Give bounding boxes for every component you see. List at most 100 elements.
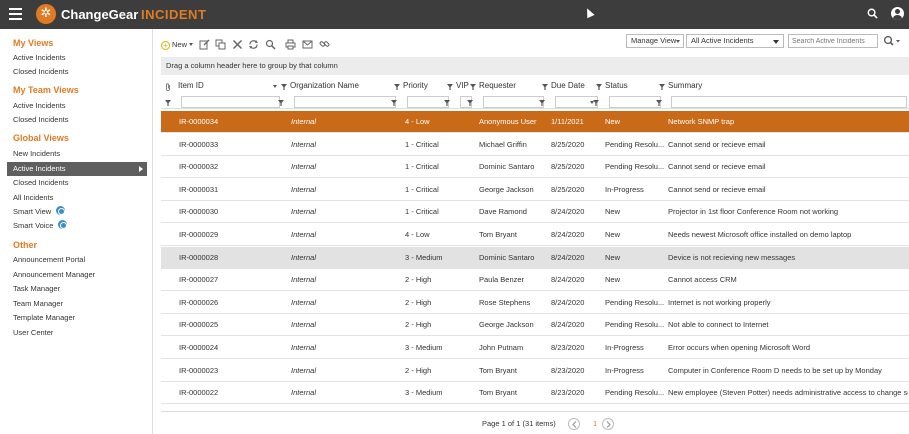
cell-requester: Tom Bryant (479, 388, 517, 398)
column-header-vip[interactable]: VIP (456, 78, 469, 94)
sidebar-item-user-center[interactable]: User Center (7, 326, 147, 340)
filter-row-icon[interactable] (656, 99, 662, 106)
filter-row-icon[interactable] (539, 99, 545, 106)
sidebar-item-global-closed-incidents[interactable]: Closed Incidents (7, 176, 147, 190)
table-row[interactable]: IR-0000025 Internal 2 - High George Jackson… (161, 314, 909, 337)
column-header-organization-name[interactable]: Organization Name (290, 78, 359, 94)
filter-input-organization-name[interactable] (294, 96, 396, 108)
hamburger-icon[interactable] (9, 8, 22, 20)
filter-input-requester[interactable] (483, 96, 544, 108)
column-filter-icon[interactable] (470, 83, 476, 90)
print-icon[interactable] (285, 39, 296, 50)
sidebar-item-smart-view[interactable]: Smart View (7, 205, 147, 219)
sidebar-item-template-manager[interactable]: Template Manager (7, 311, 147, 325)
filter-row-icon[interactable] (444, 99, 450, 106)
page-number-current[interactable]: 1 (593, 412, 597, 434)
manage-view-dropdown[interactable]: Manage View (626, 34, 684, 48)
cell-requester: Paula Benzer (479, 275, 525, 285)
sidebar-item-global-active-incidents[interactable]: Active Incidents (7, 162, 147, 176)
cell-item-id: IR-0000024 (179, 343, 219, 352)
search-icon[interactable] (867, 8, 878, 19)
filter-row-icon[interactable] (593, 99, 599, 106)
find-icon[interactable] (265, 39, 276, 50)
column-filter-icon[interactable] (394, 83, 400, 90)
cell-requester: Tom Bryant (479, 230, 517, 239)
filter-row-icon[interactable] (467, 99, 473, 106)
column-header-status[interactable]: Status (605, 78, 628, 94)
filter-input-summary[interactable] (671, 96, 907, 108)
search-input[interactable] (788, 34, 878, 48)
plus-icon: + (161, 41, 170, 50)
filter-input-priority[interactable] (407, 96, 449, 108)
column-filter-icon[interactable] (659, 83, 665, 90)
module-title: INCIDENT (141, 7, 207, 22)
cell-requester: Dominic Santaro (479, 252, 535, 262)
table-row[interactable]: IR-0000031 Internal 1 - Critical George Jac… (161, 179, 909, 201)
table-row[interactable]: IR-0000029 Internal 4 - Low Tom Bryant 8/24/… (161, 224, 909, 246)
cell-status: Pending Resolu... (605, 320, 665, 330)
table-row[interactable]: IR-0000028 Internal 3 - Medium Dominic Sant… (161, 246, 909, 269)
delete-icon[interactable] (232, 39, 243, 50)
column-filter-icon[interactable] (447, 83, 453, 90)
column-header-requester[interactable]: Requester (479, 78, 516, 94)
cell-due-date: 8/24/2020 (551, 297, 585, 307)
filter-input-item-id[interactable] (181, 96, 280, 108)
edit-icon[interactable] (199, 39, 210, 50)
column-filter-icon[interactable] (542, 83, 548, 90)
table-row[interactable]: IR-0000033 Internal 1 - Critical Michael Gr… (161, 134, 909, 156)
cell-summary: Network SNMP trap (668, 117, 735, 126)
sidebar-item-team-active-incidents[interactable]: Active Incidents (7, 99, 147, 113)
sidebar-item-task-manager[interactable]: Task Manager (7, 282, 147, 296)
cell-status: New (605, 230, 621, 239)
column-filter-icon[interactable] (281, 83, 287, 90)
column-header-summary[interactable]: Summary (668, 78, 702, 94)
search-options-button[interactable] (882, 34, 902, 48)
sidebar-item-announcement-portal[interactable]: Announcement Portal (7, 253, 147, 267)
sidebar-item-my-active-incidents[interactable]: Active Incidents (7, 51, 147, 65)
cell-summary: Cannot send or recieve email (668, 139, 766, 149)
filter-input-status[interactable] (609, 96, 661, 108)
column-header-due-date[interactable]: Due Date (551, 78, 585, 94)
cell-priority: 3 - Medium (405, 388, 443, 398)
section-other: Other (13, 240, 38, 250)
email-icon[interactable] (302, 39, 313, 50)
cell-organization-name: Internal (291, 388, 317, 398)
column-filter-icon[interactable] (596, 83, 602, 90)
cell-due-date: 8/24/2020 (551, 207, 585, 217)
chevron-down-icon[interactable] (189, 43, 193, 46)
user-icon[interactable] (891, 7, 904, 20)
table-row[interactable]: IR-0000027 Internal 2 - High Paula Benzer 8/… (161, 269, 909, 292)
table-row[interactable]: IR-0000026 Internal 2 - High Rose Stephens 8… (161, 292, 909, 314)
sidebar-item-announcement-manager[interactable]: Announcement Manager (7, 268, 147, 282)
column-header-item-id[interactable]: Item ID (178, 78, 204, 94)
view-select[interactable]: All Active Incidents (686, 34, 784, 48)
cell-organization-name: Internal (291, 365, 317, 375)
table-row[interactable]: IR-0000024 Internal 3 - Medium John Putnam 8… (161, 337, 909, 359)
sort-down-icon[interactable] (273, 85, 277, 88)
table-row[interactable]: IR-0000032 Internal 1 - Critical Dominic Sa… (161, 156, 909, 179)
table-row[interactable]: IR-0000030 Internal 1 - Critical Dave Ramon… (161, 201, 909, 224)
table-row[interactable]: IR-0000034 Internal 4 - Low Anonymous User 1… (161, 111, 909, 133)
group-by-panel[interactable]: Drag a column header here to group by th… (161, 57, 909, 75)
sidebar-item-team-manager[interactable]: Team Manager (7, 297, 147, 311)
copy-icon[interactable] (215, 39, 226, 50)
link-icon[interactable] (319, 39, 330, 50)
cell-item-id: IR-0000030 (179, 207, 219, 217)
prev-page-button[interactable] (568, 418, 580, 430)
filter-input-due-date[interactable] (555, 96, 598, 108)
sidebar-item-team-closed-incidents[interactable]: Closed Incidents (7, 113, 147, 127)
table-row[interactable]: IR-0000022 Internal 3 - Medium Tom Bryant 8/… (161, 382, 909, 405)
filter-row-icon[interactable] (391, 99, 397, 106)
sidebar-item-my-closed-incidents[interactable]: Closed Incidents (7, 65, 147, 79)
next-page-button[interactable] (602, 418, 614, 430)
sidebar-item-new-incidents[interactable]: New Incidents (7, 147, 147, 161)
column-header-priority[interactable]: Priority (403, 78, 428, 94)
cell-due-date: 8/24/2020 (551, 252, 585, 262)
filter-row-icon[interactable] (165, 99, 171, 106)
table-row[interactable]: IR-0000023 Internal 2 - High Tom Bryant 8/23… (161, 360, 909, 382)
new-button[interactable]: + New (161, 39, 193, 51)
sidebar-item-smart-voice[interactable]: Smart Voice (7, 219, 147, 233)
sidebar-item-all-incidents[interactable]: All Incidents (7, 191, 147, 205)
refresh-icon[interactable] (248, 39, 259, 50)
filter-row-icon[interactable] (278, 99, 284, 106)
